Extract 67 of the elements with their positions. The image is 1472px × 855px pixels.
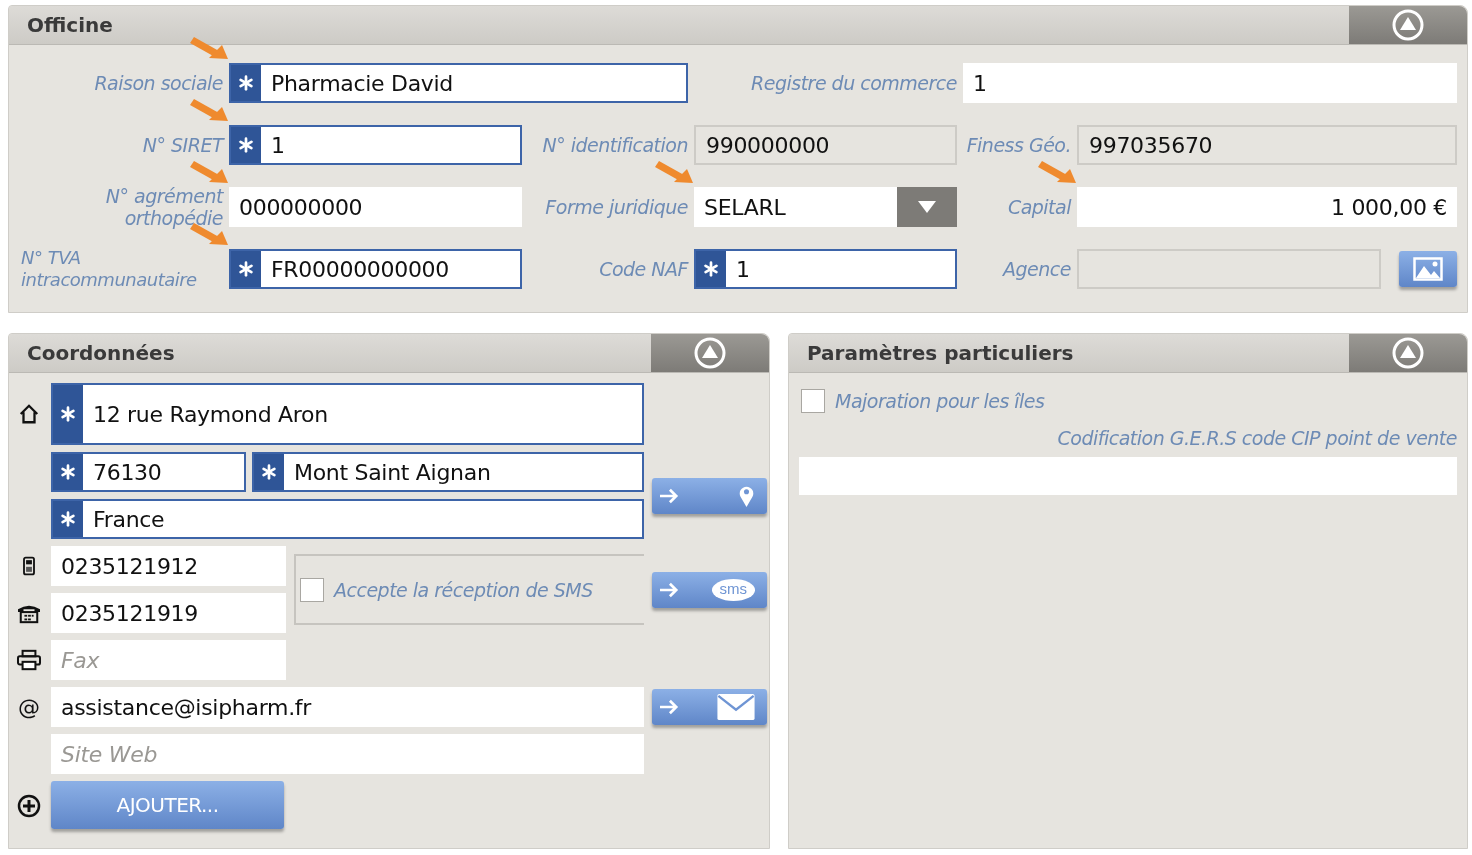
- collapse-icon: [1391, 8, 1425, 42]
- input-field[interactable]: 1: [963, 63, 1457, 103]
- field-label: Agence: [1003, 258, 1071, 280]
- panel-title: Officine: [27, 13, 113, 37]
- checkbox[interactable]: [300, 577, 324, 602]
- field-label: Forme juridique: [545, 196, 688, 218]
- annotation-arrow: [654, 160, 694, 184]
- arrow-right-icon: [658, 486, 680, 505]
- checkbox[interactable]: [801, 389, 825, 413]
- input-field[interactable]: 12 rue Raymond Aron: [51, 383, 644, 445]
- field-label: Finess Géo.: [966, 134, 1071, 156]
- map-button[interactable]: [652, 477, 767, 514]
- collapse-button[interactable]: [651, 334, 769, 372]
- collapse-button[interactable]: [1349, 334, 1467, 372]
- asterisk-icon: [237, 74, 255, 92]
- field-label: N° TVA intracommunautaire: [20, 247, 198, 291]
- input-field[interactable]: 1: [694, 249, 957, 289]
- panel-title: Paramètres particuliers: [807, 341, 1074, 365]
- asterisk-icon: [237, 136, 255, 154]
- asterisk-icon: [237, 260, 255, 278]
- input-field[interactable]: 1: [229, 125, 522, 165]
- asterisk-icon: [260, 463, 278, 481]
- email-button[interactable]: [652, 689, 767, 725]
- add-icon: [17, 794, 41, 818]
- input-field[interactable]: 1 000,00 €: [1077, 187, 1457, 227]
- asterisk-icon: [59, 510, 77, 528]
- field-label: N° SIRET: [142, 134, 223, 156]
- dropdown-field[interactable]: SELARL: [694, 187, 957, 227]
- input-field[interactable]: assistance@isipharm.fr: [51, 687, 644, 727]
- field-label: Raison sociale: [94, 72, 223, 94]
- input-field[interactable]: FR00000000000: [229, 249, 522, 289]
- home-icon: [18, 403, 40, 425]
- collapse-button[interactable]: [1349, 6, 1467, 44]
- annotation-arrow: [189, 98, 229, 122]
- arrow-right-icon: [658, 698, 680, 716]
- annotation-arrow: [189, 160, 229, 184]
- input-field[interactable]: Pharmacie David: [229, 63, 688, 103]
- collapse-icon: [693, 336, 727, 370]
- arrow-right-icon: [658, 580, 680, 599]
- panel-title: Coordonnées: [27, 341, 175, 365]
- asterisk-icon: [59, 463, 77, 481]
- asterisk-icon: [702, 260, 720, 278]
- input-field[interactable]: 0235121912: [51, 546, 286, 586]
- at-icon: @: [18, 694, 40, 720]
- checkbox-label: Accepte la réception de SMS: [334, 578, 593, 601]
- collapse-icon: [1391, 336, 1425, 370]
- field-label: N° identification: [542, 134, 688, 156]
- field-label: Codification G.E.R.S code CIP point de vente: [1057, 427, 1457, 449]
- image-button[interactable]: [1399, 251, 1457, 287]
- caret-icon: [917, 200, 937, 214]
- input-field[interactable]: Mont Saint Aignan: [252, 452, 644, 492]
- asterisk-icon: [59, 405, 77, 423]
- envelope-icon: [717, 694, 755, 720]
- input-field[interactable]: 76130: [51, 452, 246, 492]
- input-field[interactable]: [799, 457, 1457, 495]
- field-label: N° agrément orthopédie: [104, 185, 223, 229]
- field-label: Registre du commerce: [751, 72, 957, 94]
- input-field[interactable]: 0235121919: [51, 593, 286, 633]
- printer-icon: [16, 649, 42, 671]
- image-icon: [1413, 257, 1443, 281]
- field-label: Code NAF: [599, 258, 688, 280]
- field-label: Capital: [1007, 196, 1071, 218]
- input-field[interactable]: France: [51, 499, 644, 539]
- annotation-arrow: [1037, 160, 1077, 184]
- input-field[interactable]: 000000000: [229, 187, 522, 227]
- annotation-arrow: [189, 36, 229, 60]
- checkbox-label: Majoration pour les îles: [835, 390, 1045, 412]
